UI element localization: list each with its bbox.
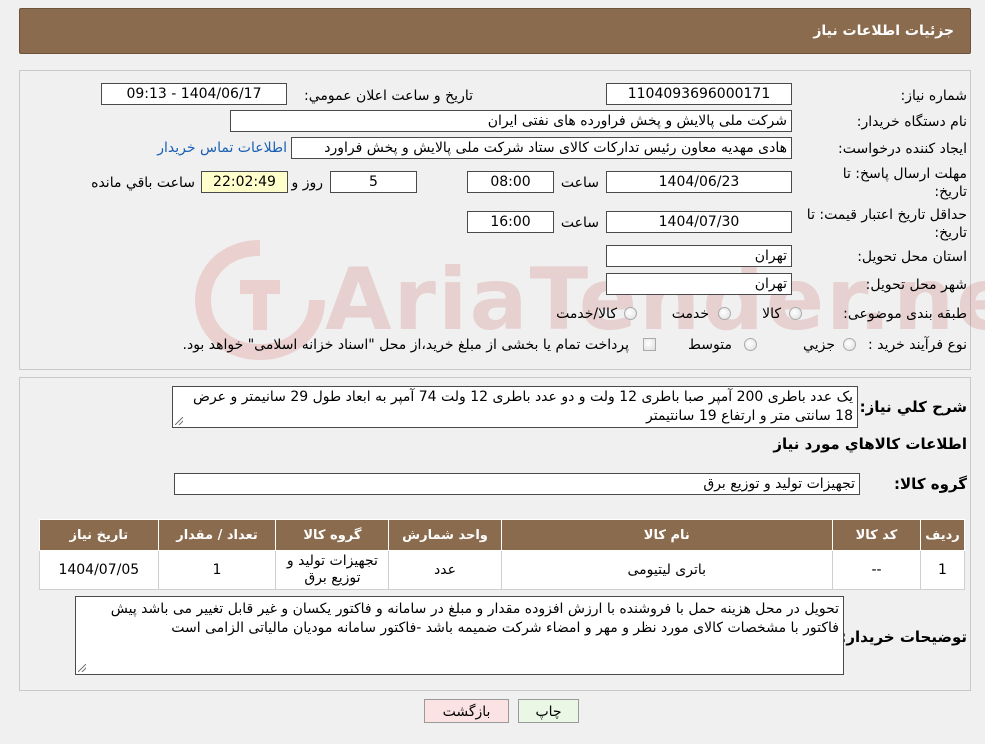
goods-group-label: گروه کالا: (894, 475, 967, 493)
deadline-time-label: ساعت (560, 175, 599, 191)
cell-qty: 1 (157, 550, 277, 590)
creator-field[interactable]: هادی مهدیه معاون رئیس تدارکات کالای ستاد… (291, 137, 792, 159)
validity-time-label: ساعت (560, 215, 599, 231)
process-radio-medium[interactable] (744, 338, 757, 351)
resize-grip-icon[interactable] (175, 417, 183, 425)
days-label: روز و (291, 175, 324, 191)
process-note: پرداخت تمام یا بخشی از مبلغ خرید،از محل … (182, 337, 629, 353)
process-label: نوع فرآیند خرید : (868, 337, 967, 353)
buyer-contact-link[interactable]: اطلاعات تماس خریدار (157, 140, 287, 156)
deadline-label-2: تاریخ: (934, 184, 967, 200)
process-radio-minor[interactable] (843, 338, 856, 351)
validity-label-1: حداقل تاریخ اعتبار قیمت: تا (806, 207, 967, 223)
province-label: استان محل تحویل: (857, 249, 967, 265)
page-title: جزئیات اطلاعات نیاز (813, 23, 954, 39)
col-header-row-number: ردیف (920, 519, 965, 551)
deadline-label-1: مهلت ارسال پاسخ: تا (842, 166, 967, 182)
validity-date-field[interactable]: 1404/07/30 (606, 211, 792, 233)
process-checkbox-treasury[interactable] (643, 338, 656, 351)
validity-time-field[interactable]: 16:00 (467, 211, 554, 233)
goods-group-field[interactable]: تجهیزات تولید و توزیع برق (174, 473, 860, 495)
table-header-row: ردیف کد کالا نام کالا واحد شمارش گروه کا… (39, 519, 965, 551)
category-label: طبقه بندی موضوعی: (843, 306, 967, 322)
table-row[interactable]: 1 -- باتری لیتیومی عدد تجهیزات تولید و ت… (39, 550, 965, 590)
need-number-field[interactable]: 1104093696000171 (606, 83, 792, 105)
days-field[interactable]: 5 (330, 171, 417, 193)
cell-row-number: 1 (920, 550, 965, 590)
validity-label-2: تاریخ: (934, 225, 967, 241)
buyer-notes-label: توضیحات خریدار: (840, 628, 967, 646)
remaining-label: ساعت باقي مانده (91, 175, 195, 191)
buyer-org-label: نام دستگاه خریدار: (856, 114, 967, 130)
summary-textarea[interactable]: یک عدد باطری 200 آمپر صبا باطری 12 ولت و… (172, 386, 858, 428)
need-number-label: شماره نیاز: (900, 88, 968, 104)
summary-label: شرح کلي نیاز: (859, 398, 967, 416)
cell-name: باتری لیتیومی (500, 550, 833, 590)
category-option-goods: کالا (762, 306, 781, 322)
col-header-date: تاریخ نیاز (39, 519, 159, 551)
print-button[interactable]: چاپ (518, 699, 579, 723)
announce-field[interactable]: 1404/06/17 - 09:13 (101, 83, 287, 105)
col-header-unit: واحد شمارش (388, 519, 502, 551)
resize-grip-icon[interactable] (78, 664, 86, 672)
province-field[interactable]: تهران (606, 245, 792, 267)
announce-label: تاریخ و ساعت اعلان عمومي: (304, 88, 473, 104)
back-button[interactable]: بازگشت (424, 699, 509, 723)
remaining-time-field: 22:02:49 (201, 171, 288, 193)
items-table: ردیف کد کالا نام کالا واحد شمارش گروه کا… (39, 519, 965, 590)
cell-group: تجهیزات تولید و توزیع برق (275, 550, 390, 590)
cell-date: 1404/07/05 (39, 550, 159, 590)
deadline-date-field[interactable]: 1404/06/23 (606, 171, 792, 193)
category-radio-service[interactable] (718, 307, 731, 320)
process-option-minor: جزیي (803, 337, 835, 353)
col-header-code: کد کالا (831, 519, 922, 551)
col-header-group: گروه کالا (275, 519, 390, 551)
deadline-time-field[interactable]: 08:00 (467, 171, 554, 193)
buyer-notes-textarea[interactable]: تحویل در محل هزینه حمل با فروشنده با ارز… (75, 596, 844, 675)
category-radio-goods-service[interactable] (624, 307, 637, 320)
creator-label: ایجاد کننده درخواست: (838, 141, 967, 157)
category-radio-goods[interactable] (789, 307, 802, 320)
buyer-org-field[interactable]: شرکت ملی پالایش و پخش فراورده های نفتی ا… (230, 110, 792, 132)
col-header-name: نام کالا (500, 519, 833, 551)
summary-text: یک عدد باطری 200 آمپر صبا باطری 12 ولت و… (193, 389, 853, 424)
category-option-service: خدمت (671, 306, 709, 322)
cell-code: -- (831, 550, 922, 590)
buyer-notes-text: تحویل در محل هزینه حمل با فروشنده با ارز… (110, 601, 839, 636)
process-option-medium: متوسط (688, 337, 732, 353)
city-label: شهر محل تحویل: (865, 277, 967, 293)
col-header-qty: تعداد / مقدار (157, 519, 277, 551)
cell-unit: عدد (388, 550, 502, 590)
city-field[interactable]: تهران (606, 273, 792, 295)
goods-section-title: اطلاعات کالاهاي مورد نیاز (773, 435, 967, 453)
category-option-goods-service: کالا/خدمت (556, 306, 617, 322)
page-header: جزئیات اطلاعات نیاز (19, 8, 971, 54)
